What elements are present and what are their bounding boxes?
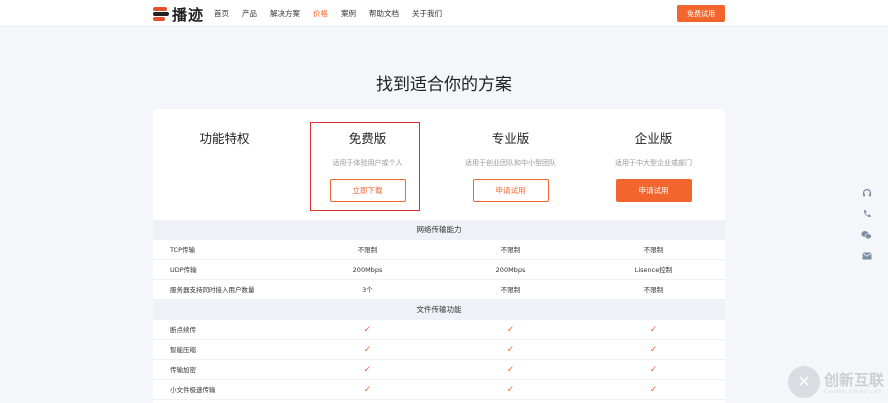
- row-label: 小文件极速传输: [170, 386, 216, 394]
- cell-free: 3个: [362, 286, 373, 294]
- row-label: UDP传输: [170, 266, 197, 274]
- check-icon: ✓: [649, 345, 658, 355]
- table-row: 智能压缩 ✓ ✓ ✓: [153, 340, 725, 360]
- check-icon: ✓: [649, 365, 658, 375]
- row-label: 断点续传: [170, 326, 196, 334]
- apply-trial-button-pro[interactable]: 申请试用: [472, 179, 549, 202]
- row-label: 智能压缩: [170, 346, 196, 354]
- section-header: 文件传输功能: [153, 300, 725, 320]
- plan-column-enterprise: 企业版 适用于中大型企业或部门 申请试用: [582, 109, 725, 202]
- menu-item-products[interactable]: 产品: [242, 8, 257, 19]
- menu-item-home[interactable]: 首页: [214, 8, 229, 19]
- row-label: TCP传输: [170, 246, 196, 254]
- menu-item-about[interactable]: 关于我们: [412, 8, 442, 19]
- check-icon: ✓: [363, 365, 372, 375]
- plan-name: 企业版: [634, 131, 673, 146]
- cell-free: 不限制: [357, 246, 378, 254]
- cell-pro: 不限制: [500, 246, 521, 254]
- check-icon: ✓: [649, 325, 658, 335]
- menu-item-help[interactable]: 帮助文档: [369, 8, 399, 19]
- menu-item-pricing[interactable]: 价格: [313, 8, 328, 19]
- check-icon: ✓: [649, 385, 658, 395]
- logo-icon: [153, 7, 169, 21]
- highlight-box: [310, 122, 420, 211]
- row-label: 传输加密: [170, 366, 196, 374]
- plan-column-pro: 专业版 适用于创业团队和中小型团队 申请试用: [439, 109, 582, 202]
- mail-icon[interactable]: [857, 245, 876, 266]
- top-nav: 播迹 首页 产品 解决方案 价格 案例 帮助文档 关于我们 免费试用: [0, 0, 888, 27]
- wechat-icon[interactable]: [857, 224, 876, 245]
- menu-item-cases[interactable]: 案例: [341, 8, 356, 19]
- table-row: 小文件极速传输 ✓ ✓ ✓: [153, 380, 725, 400]
- plan-description: 适用于创业团队和中小型团队: [465, 159, 556, 167]
- plan-name: 功能特权: [199, 131, 250, 146]
- row-label: 服务器支持同时接入用户数量: [170, 286, 255, 294]
- pricing-card: 功能特权 免费版 适用于体验用户或个人 立即下载 专业版 适用于创业团队和中小型…: [153, 109, 725, 403]
- table-row: 服务器支持同时接入用户数量 3个 不限制 不限制: [153, 280, 725, 300]
- free-trial-button[interactable]: 免费试用: [677, 5, 725, 22]
- watermark-text: 创新互联: [824, 370, 885, 389]
- plan-name: 专业版: [491, 131, 530, 146]
- phone-icon[interactable]: [857, 203, 876, 224]
- cell-enterprise: 不限制: [643, 246, 664, 254]
- side-contact-bar: [857, 182, 876, 266]
- check-icon: ✓: [363, 325, 372, 335]
- cell-pro: 200Mbps: [495, 266, 526, 274]
- watermark-logo: ✕ 创新互联 CHUANG XIN HU LIAN: [788, 360, 888, 403]
- apply-trial-button-enterprise[interactable]: 申请试用: [615, 179, 692, 202]
- watermark-subtext: CHUANG XIN HU LIAN: [824, 389, 882, 395]
- plan-description: 适用于中大型企业或部门: [615, 159, 692, 167]
- section-header: 网络传输能力: [153, 220, 725, 240]
- headset-icon[interactable]: [857, 182, 876, 203]
- cell-pro: 不限制: [500, 286, 521, 294]
- brand-logo[interactable]: 播迹: [153, 5, 205, 24]
- check-icon: ✓: [506, 365, 515, 375]
- check-icon: ✓: [506, 345, 515, 355]
- main-menu: 首页 产品 解决方案 价格 案例 帮助文档 关于我们: [214, 0, 455, 27]
- watermark-icon: ✕: [788, 365, 820, 398]
- cell-enterprise: Lisence控制: [634, 266, 673, 274]
- table-row: 断点续传 ✓ ✓ ✓: [153, 320, 725, 340]
- cell-free: 200Mbps: [352, 266, 383, 274]
- table-row: 传输加密 ✓ ✓ ✓: [153, 360, 725, 380]
- check-icon: ✓: [363, 345, 372, 355]
- check-icon: ✓: [363, 385, 372, 395]
- check-icon: ✓: [506, 325, 515, 335]
- brand-name: 播迹: [172, 5, 205, 24]
- page-title: 找到适合你的方案: [376, 75, 512, 95]
- plan-column-features: 功能特权: [153, 109, 296, 147]
- table-row: UDP传输 200Mbps 200Mbps Lisence控制: [153, 260, 725, 280]
- check-icon: ✓: [506, 385, 515, 395]
- table-row: TCP传输 不限制 不限制 不限制: [153, 240, 725, 260]
- cell-enterprise: 不限制: [643, 286, 664, 294]
- menu-item-solutions[interactable]: 解决方案: [270, 8, 300, 19]
